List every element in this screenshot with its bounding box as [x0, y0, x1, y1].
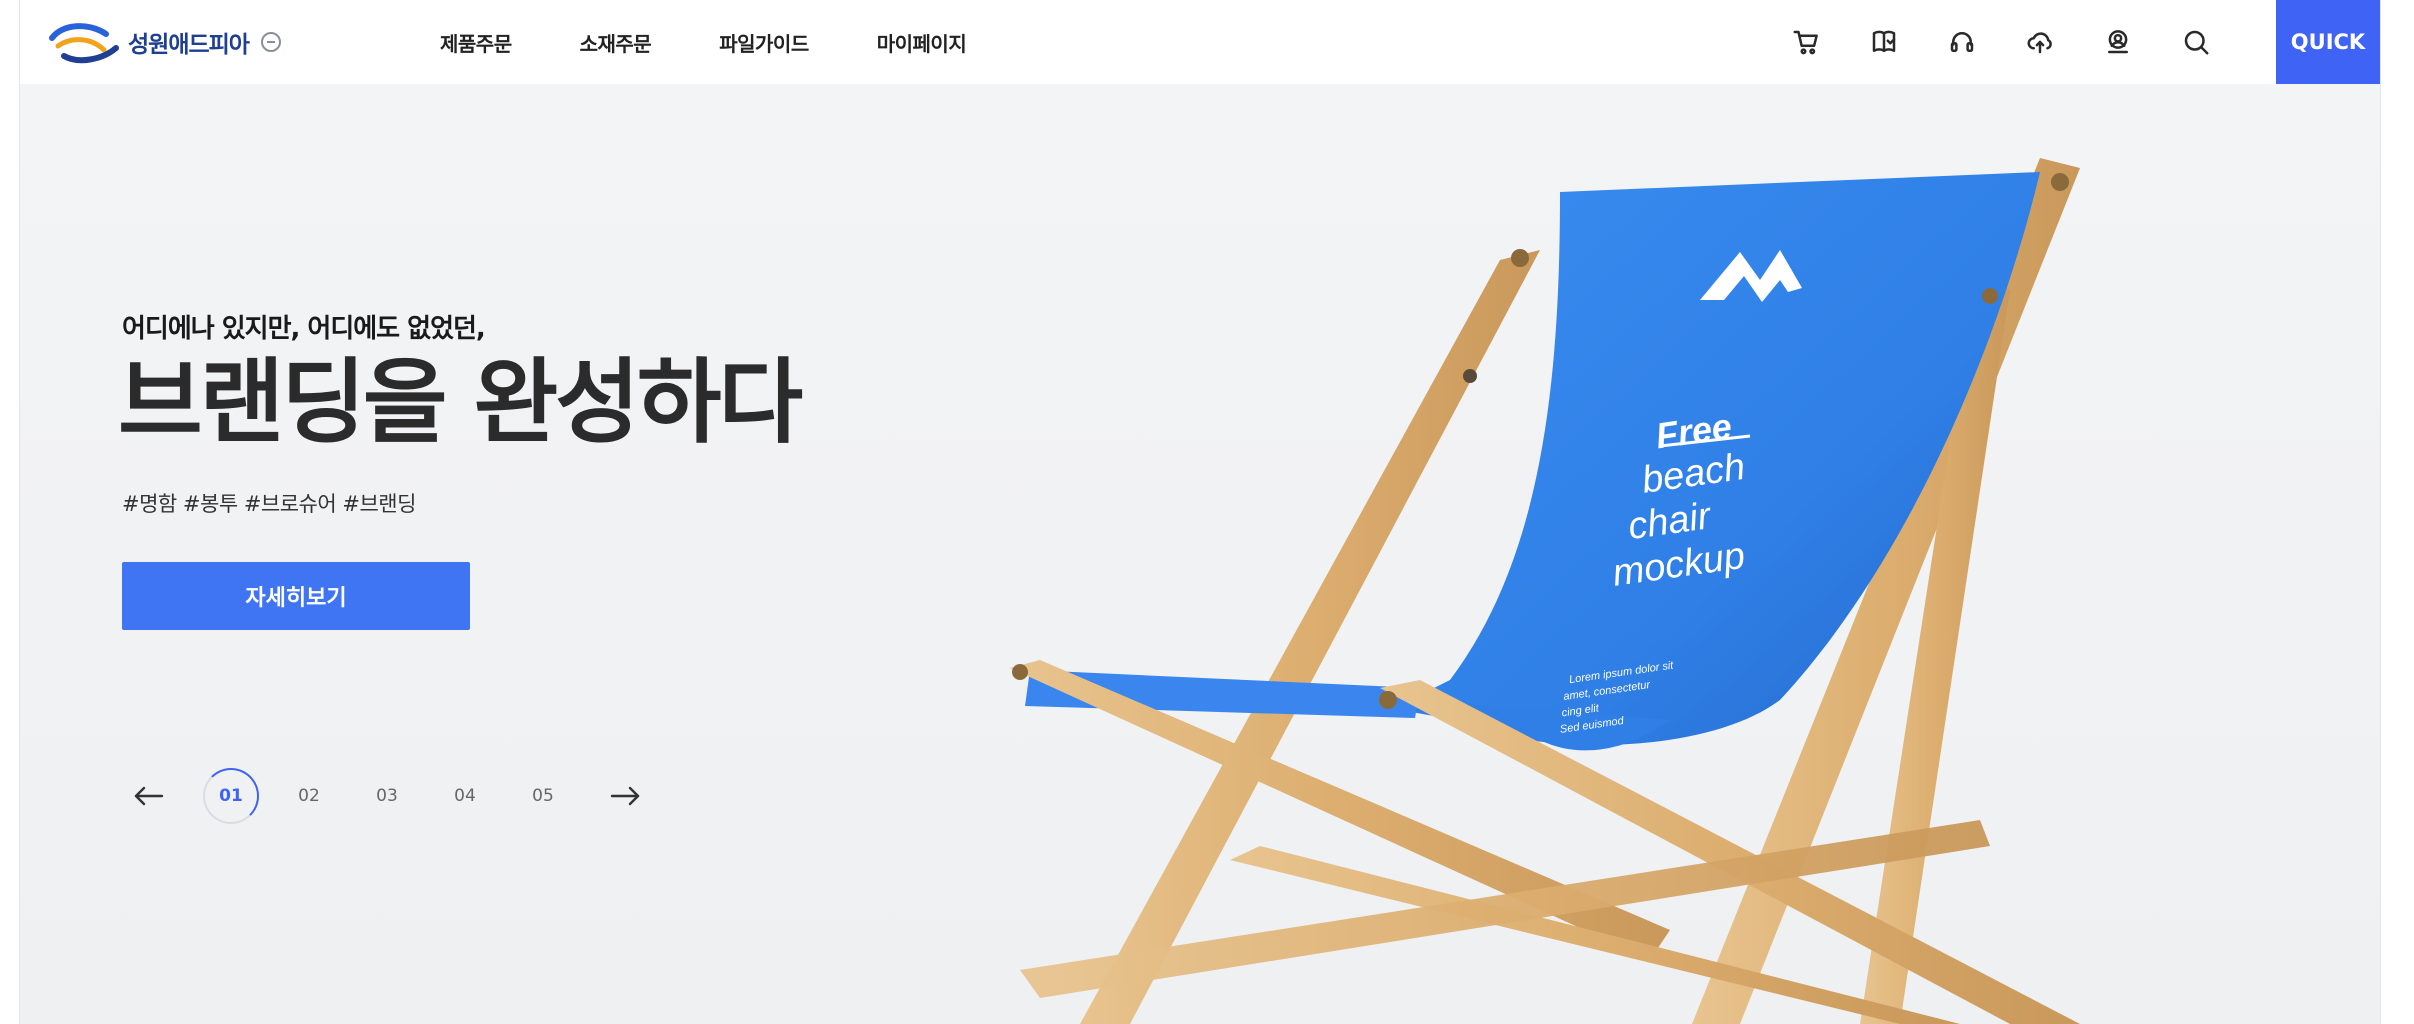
quick-menu-button[interactable]: QUICK	[2276, 0, 2380, 84]
prev-arrow-icon[interactable]	[132, 784, 166, 808]
nav-item-file-guide[interactable]: 파일가이드	[719, 28, 809, 57]
next-arrow-icon[interactable]	[608, 784, 642, 808]
logo[interactable]: 성원애드피아	[48, 20, 281, 64]
cloud-upload-icon[interactable]	[2022, 24, 2058, 60]
slide-page-1[interactable]: 01	[203, 768, 259, 824]
hero-beach-chair-image: Free beach chair mockup Lorem ipsum dolo…	[1010, 158, 2080, 1024]
headset-icon[interactable]	[1944, 24, 1980, 60]
slider-pagination: 01 02 03 04 05	[132, 768, 642, 824]
book-icon[interactable]	[1866, 24, 1902, 60]
site-header: 성원애드피아 제품주문 소재주문 파일가이드 마이페이지 QUICK	[20, 0, 2380, 84]
slide-page-2[interactable]: 02	[281, 768, 337, 824]
nav-item-product-order[interactable]: 제품주문	[440, 28, 512, 57]
view-details-button[interactable]: 자세히보기	[122, 562, 470, 630]
slide-page-3[interactable]: 03	[359, 768, 415, 824]
page-frame: 성원애드피아 제품주문 소재주문 파일가이드 마이페이지 QUICK Free …	[19, 0, 2381, 1024]
search-icon[interactable]	[2178, 24, 2214, 60]
nav-item-material-order[interactable]: 소재주문	[580, 28, 652, 57]
header-icon-bar	[1788, 24, 2256, 60]
main-nav: 제품주문 소재주문 파일가이드 마이페이지	[440, 0, 1034, 84]
hero-tags: #명함 #봉투 #브로슈어 #브랜딩	[122, 492, 416, 516]
logo-text: 성원애드피아	[128, 32, 250, 58]
logo-mark-icon	[49, 23, 119, 64]
slide-page-4[interactable]: 04	[437, 768, 493, 824]
logo-menu-toggle-icon[interactable]	[260, 32, 281, 52]
user-icon[interactable]	[2100, 24, 2136, 60]
cart-icon[interactable]	[1788, 24, 1824, 60]
hero-subtitle: 어디에나 있지만, 어디에도 없었던,	[122, 314, 486, 344]
hero-title: 브랜딩을 완성하다	[118, 349, 803, 456]
slide-page-5[interactable]: 05	[515, 768, 571, 824]
nav-item-my-page[interactable]: 마이페이지	[877, 28, 967, 57]
